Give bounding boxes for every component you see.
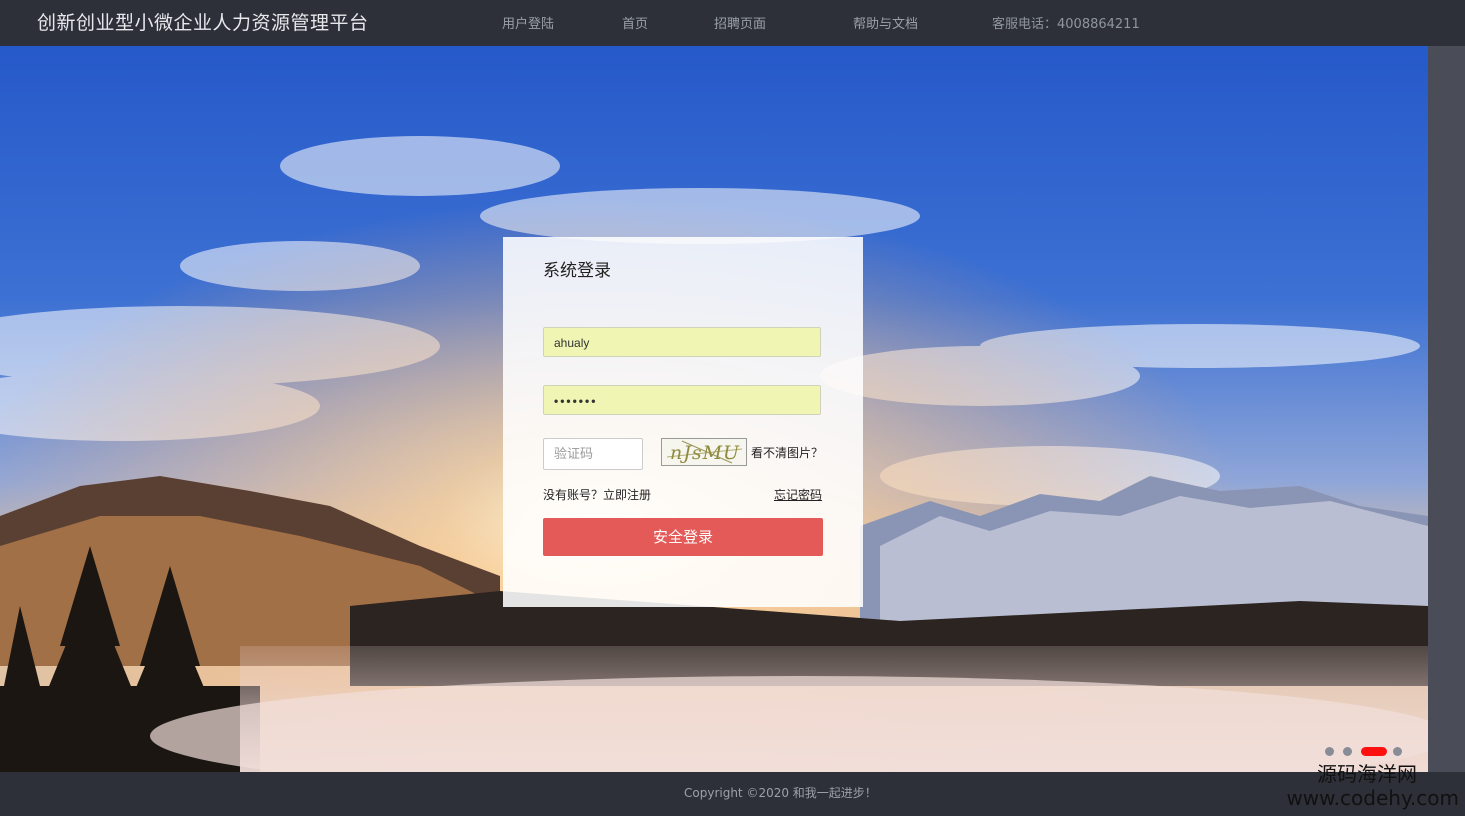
site-watermark: 源码海洋网 www.codehy.com [1286, 762, 1459, 810]
watermark-cn: 源码海洋网 [1317, 762, 1417, 786]
page-footer: Copyright ©2020 和我一起进步！ [0, 772, 1465, 816]
username-input[interactable]: ahualy [543, 327, 821, 357]
nav-login-link[interactable]: 用户登陆 [502, 13, 554, 32]
nav-help-link[interactable]: 帮助与文档 [853, 13, 918, 32]
watermark-url: www.codehy.com [1286, 786, 1459, 810]
copyright-text: Copyright ©2020 和我一起进步！ [684, 786, 877, 800]
top-header: 创新创业型小微企业人力资源管理平台 用户登陆 首页 招聘页面 帮助与文档 客服电… [0, 0, 1465, 46]
slider-dot-2[interactable] [1343, 747, 1352, 756]
register-link[interactable]: 没有账号？立即注册 [543, 486, 651, 503]
captcha-input[interactable]: 验证码 [543, 438, 643, 470]
nav-recruit-link[interactable]: 招聘页面 [714, 13, 766, 32]
captcha-text: nJsMU [670, 442, 741, 464]
site-title: 创新创业型小微企业人力资源管理平台 [37, 12, 369, 34]
password-input[interactable]: ••••••• [543, 385, 821, 415]
captcha-image[interactable]: nJsMU [661, 438, 747, 466]
refresh-captcha-link[interactable]: 看不清图片？ [751, 444, 823, 461]
nav-home-link[interactable]: 首页 [622, 13, 648, 32]
slider-dot-1[interactable] [1325, 747, 1334, 756]
slider-dot-3-active[interactable] [1361, 747, 1387, 756]
slider-dot-4[interactable] [1393, 747, 1402, 756]
forgot-password-link[interactable]: 忘记密码 [774, 486, 822, 503]
page-scroll-gutter [1428, 46, 1465, 772]
secure-login-button[interactable]: 安全登录 [543, 518, 823, 556]
login-panel: 系统登录 ahualy ••••••• 验证码 nJsMU 看不清图片？ 没有账… [503, 237, 863, 607]
service-phone: 客服电话：4008864211 [992, 17, 1140, 32]
login-title: 系统登录 [543, 261, 611, 281]
